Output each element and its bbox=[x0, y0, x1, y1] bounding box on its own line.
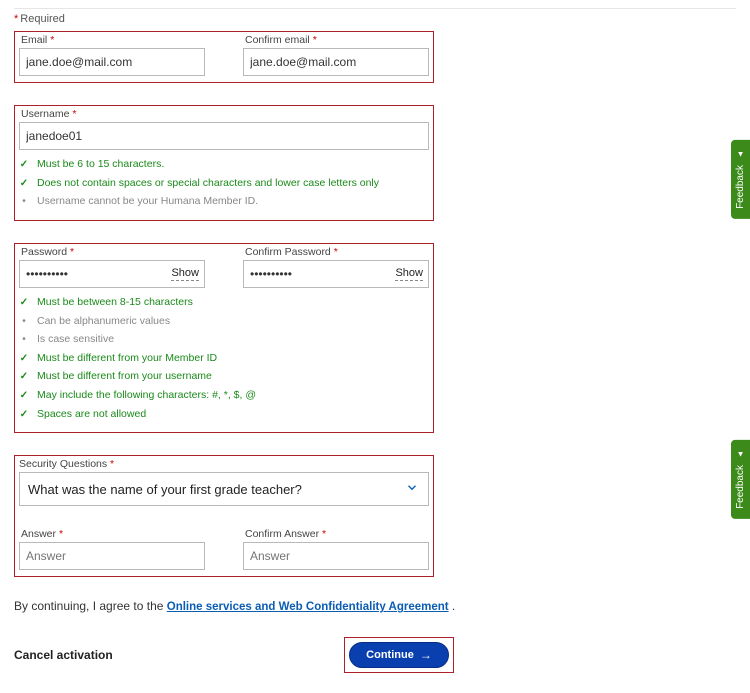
security-question-selected: What was the name of your first grade te… bbox=[28, 482, 302, 497]
rule-item: ✓ Does not contain spaces or special char… bbox=[19, 177, 427, 191]
rule-item: • Can be alphanumeric values bbox=[19, 315, 427, 329]
rule-item: • Username cannot be your Humana Member I… bbox=[19, 195, 427, 209]
check-icon: ✓ bbox=[19, 158, 29, 171]
security-question-select[interactable]: What was the name of your first grade te… bbox=[19, 472, 429, 506]
rule-text: Spaces are not allowed bbox=[37, 408, 146, 422]
rule-item: ✓ Must be between 8-15 characters bbox=[19, 296, 427, 310]
rule-item: • Is case sensitive bbox=[19, 333, 427, 347]
confirm-answer-label: Confirm Answer * bbox=[243, 528, 429, 540]
check-icon: ✓ bbox=[19, 296, 29, 309]
username-section: Username * ✓Must be 6 to 15 characters.✓… bbox=[14, 105, 434, 221]
security-label: Security Questions * bbox=[15, 458, 433, 470]
password-rules: ✓ Must be between 8-15 characters • Can be … bbox=[15, 296, 433, 421]
rule-text: Can be alphanumeric values bbox=[37, 315, 170, 329]
feedback-tab[interactable]: Feedback▲ bbox=[731, 440, 750, 519]
rule-item: ✓ Must be 6 to 15 characters. bbox=[19, 158, 427, 172]
password-section: Password * Show Confirm Password * Show … bbox=[14, 243, 434, 433]
check-icon: ✓ bbox=[19, 177, 29, 190]
chevron-down-icon bbox=[405, 481, 419, 498]
email-input[interactable] bbox=[19, 48, 205, 76]
rule-text: May include the following characters: #,… bbox=[37, 389, 256, 403]
security-section: Security Questions * What was the name o… bbox=[14, 455, 434, 577]
bullet-icon: • bbox=[19, 333, 29, 346]
username-input[interactable] bbox=[19, 122, 429, 150]
feedback-tab[interactable]: Feedback▲ bbox=[731, 140, 750, 219]
rule-text: Does not contain spaces or special chara… bbox=[37, 177, 379, 191]
cancel-activation-link[interactable]: Cancel activation bbox=[14, 648, 113, 662]
rule-text: Must be different from your Member ID bbox=[37, 352, 217, 366]
rule-item: ✓ Must be different from your Member ID bbox=[19, 352, 427, 366]
rule-item: ✓ Must be different from your username bbox=[19, 370, 427, 384]
password-show-toggle[interactable]: Show bbox=[171, 267, 199, 281]
check-icon: ✓ bbox=[19, 408, 29, 421]
agreement-link[interactable]: Online services and Web Confidentiality … bbox=[167, 601, 449, 613]
arrow-right-icon: → bbox=[420, 648, 432, 662]
bullet-icon: • bbox=[19, 315, 29, 328]
confirm-answer-input[interactable] bbox=[243, 542, 429, 570]
email-label: Email * bbox=[19, 34, 205, 46]
username-label: Username * bbox=[19, 108, 429, 120]
rule-text: Must be between 8-15 characters bbox=[37, 296, 193, 310]
continue-button[interactable]: Continue → bbox=[349, 642, 449, 668]
confirm-email-label: Confirm email * bbox=[243, 34, 429, 46]
continue-highlight: Continue → bbox=[344, 637, 454, 673]
confirm-email-input[interactable] bbox=[243, 48, 429, 76]
rule-text: Must be different from your username bbox=[37, 370, 212, 384]
bullet-icon: • bbox=[19, 195, 29, 208]
rule-text: Must be 6 to 15 characters. bbox=[37, 158, 164, 172]
check-icon: ✓ bbox=[19, 370, 29, 383]
username-rules: ✓ Must be 6 to 15 characters. ✓ Does not co… bbox=[15, 158, 433, 209]
answer-input[interactable] bbox=[19, 542, 205, 570]
rule-text: Username cannot be your Humana Member ID… bbox=[37, 195, 258, 209]
triangle-icon: ▲ bbox=[736, 150, 745, 159]
confirm-password-show-toggle[interactable]: Show bbox=[395, 267, 423, 281]
triangle-icon: ▲ bbox=[736, 450, 745, 459]
rule-item: ✓ May include the following characters: #… bbox=[19, 389, 427, 403]
check-icon: ✓ bbox=[19, 389, 29, 402]
rule-text: Is case sensitive bbox=[37, 333, 114, 347]
password-label: Password * bbox=[19, 246, 205, 258]
check-icon: ✓ bbox=[19, 352, 29, 365]
rule-item: ✓ Spaces are not allowed bbox=[19, 408, 427, 422]
email-section: Email * Confirm email * bbox=[14, 31, 434, 83]
confirm-password-label: Confirm Password * bbox=[243, 246, 429, 258]
answer-label: Answer * bbox=[19, 528, 205, 540]
agreement-text: By continuing, I agree to the Online ser… bbox=[14, 599, 736, 613]
required-note: *Required bbox=[14, 13, 736, 25]
